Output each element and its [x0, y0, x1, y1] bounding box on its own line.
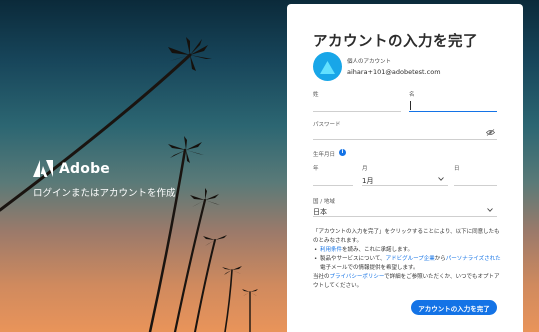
- legal-bullet-marketing: 製品やサービスについて、アドビグループ企業からパーソナライズされた電子メールでの…: [313, 255, 503, 273]
- info-icon[interactable]: i: [339, 149, 346, 156]
- brand-block: Adobe ログインまたはアカウントを作成: [33, 160, 176, 199]
- account-type: 個人のアカウント: [347, 59, 392, 65]
- month-label: 月: [362, 166, 368, 172]
- country-value: 日本: [313, 208, 327, 216]
- signup-card: アカウントの入力を完了 個人のアカウント aihara+101@adobetes…: [287, 4, 523, 332]
- birthdate-label: 生年月日: [313, 152, 336, 158]
- privacy-policy-link[interactable]: プライバシーポリシー: [330, 274, 385, 280]
- chevron-down-icon: [487, 208, 493, 212]
- legal-text: 「アカウントの入力を完了」をクリックすることにより、以下に同意したものとみなされ…: [313, 228, 503, 291]
- terms-link[interactable]: 利用条件: [320, 247, 342, 253]
- adobe-logo-icon: [33, 160, 53, 177]
- eye-off-icon[interactable]: [486, 129, 495, 136]
- personalized-link[interactable]: パーソナライズされた: [446, 256, 501, 262]
- adobe-group-link[interactable]: アドビグループ企業: [386, 256, 435, 262]
- first-name-field[interactable]: [409, 98, 497, 112]
- password-field[interactable]: [313, 126, 497, 140]
- account-summary: 個人のアカウント aihara+101@adobetest.com: [313, 52, 441, 81]
- brand-tagline: ログインまたはアカウントを作成: [33, 188, 176, 199]
- legal-bullet-terms: 利用条件を読み、これに承諾します。: [313, 246, 503, 255]
- last-name-field[interactable]: [313, 98, 401, 112]
- complete-account-button[interactable]: アカウントの入力を完了: [411, 300, 497, 315]
- last-name-label: 姓: [313, 92, 319, 98]
- month-select[interactable]: 1月: [362, 172, 448, 186]
- country-select[interactable]: 日本: [313, 203, 497, 217]
- month-value: 1月: [362, 177, 374, 185]
- year-label: 年: [313, 166, 319, 172]
- account-avatar-icon: [313, 52, 342, 81]
- first-name-label: 名: [409, 92, 415, 98]
- account-email: aihara+101@adobetest.com: [347, 68, 441, 76]
- year-field[interactable]: [313, 172, 353, 186]
- legal-intro: 「アカウントの入力を完了」をクリックすることにより、以下に同意したものとみなされ…: [313, 229, 500, 244]
- day-field[interactable]: [454, 172, 497, 186]
- card-title: アカウントの入力を完了: [313, 34, 478, 50]
- legal-privacy: 当社のプライバシーポリシーで詳細をご参照いただくか、いつでもオプトアウトしてくだ…: [313, 274, 500, 289]
- chevron-down-icon: [438, 177, 444, 181]
- day-label: 日: [454, 166, 460, 172]
- text-cursor: [410, 101, 411, 110]
- brand-name: Adobe: [59, 160, 110, 177]
